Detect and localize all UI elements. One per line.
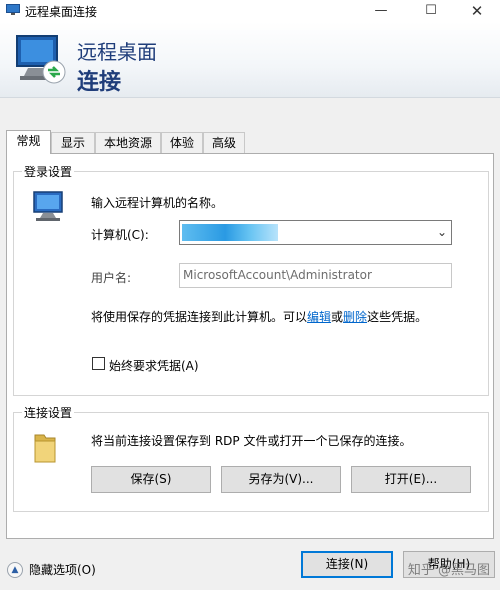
window-title: 远程桌面连接: [25, 5, 98, 19]
connect-button[interactable]: 连接(N): [301, 551, 393, 578]
tab-display[interactable]: 显示: [51, 132, 95, 153]
hide-options-label[interactable]: 隐藏选项(O): [29, 563, 96, 577]
login-settings-label: 登录设置: [22, 163, 75, 180]
save-as-button[interactable]: 另存为(V)...: [221, 466, 341, 493]
title-bar: 远程桌面连接 — ☐ ✕: [0, 0, 500, 22]
computer-icon: [33, 191, 63, 221]
username-label: 用户名:: [91, 271, 132, 285]
tab-experience[interactable]: 体验: [161, 132, 203, 153]
remote-desktop-icon: [16, 35, 66, 84]
computer-label: 计算机(C):: [91, 228, 149, 242]
header-banner: 远程桌面 连接: [0, 22, 500, 98]
always-ask-label[interactable]: 始终要求凭据(A): [109, 357, 199, 374]
login-settings-group: 登录设置 输入远程计算机的名称。 计算机(C): ⌄ 用户名: Microsof…: [13, 163, 489, 396]
watermark-text: 知乎 @黑马图: [407, 563, 490, 578]
computer-value-redacted: [182, 224, 278, 241]
open-button[interactable]: 打开(E)...: [351, 466, 471, 493]
credential-or-text: 或: [331, 310, 344, 324]
edit-credentials-link[interactable]: 编辑: [307, 310, 331, 324]
general-tab-panel: 登录设置 输入远程计算机的名称。 计算机(C): ⌄ 用户名: Microsof…: [6, 153, 494, 539]
delete-credentials-link[interactable]: 删除: [343, 310, 367, 324]
minimize-button[interactable]: —: [358, 0, 404, 22]
chevron-down-icon[interactable]: ⌄: [437, 225, 447, 239]
credential-message: 将使用保存的凭据连接到此计算机。可以编辑或删除这些凭据。: [91, 308, 427, 325]
tab-advanced[interactable]: 高级: [203, 132, 245, 153]
credential-suffix-text: 这些凭据。: [367, 310, 428, 324]
tab-general[interactable]: 常规: [6, 130, 51, 154]
remote-desktop-icon: [6, 4, 20, 15]
credential-text: 将使用保存的凭据连接到此计算机。可以: [91, 310, 308, 324]
connection-settings-description: 将当前连接设置保存到 RDP 文件或打开一个已保存的连接。: [91, 434, 412, 448]
connection-settings-group: 连接设置 将当前连接设置保存到 RDP 文件或打开一个已保存的连接。 保存(S)…: [13, 404, 489, 512]
folder-icon: [34, 434, 56, 463]
connection-settings-label: 连接设置: [22, 404, 75, 421]
username-field[interactable]: MicrosoftAccount\Administrator: [179, 263, 452, 288]
save-button[interactable]: 保存(S): [91, 466, 211, 493]
tab-local-resources[interactable]: 本地资源: [95, 132, 161, 153]
dialog-footer: ▲ 隐藏选项(O) 连接(N) 帮助(H) 知乎 @黑马图: [0, 539, 500, 590]
computer-combobox[interactable]: ⌄: [179, 220, 452, 245]
computer-name-instruction: 输入远程计算机的名称。: [91, 196, 224, 210]
chevron-up-icon[interactable]: ▲: [7, 561, 23, 578]
maximize-button[interactable]: ☐: [408, 0, 454, 22]
close-button[interactable]: ✕: [454, 0, 500, 22]
banner-title-line2: 连接: [77, 70, 122, 95]
hide-options-toggle[interactable]: ▲ 隐藏选项(O): [7, 561, 96, 578]
always-ask-checkbox[interactable]: [92, 357, 105, 370]
banner-title-line1: 远程桌面: [77, 40, 157, 64]
